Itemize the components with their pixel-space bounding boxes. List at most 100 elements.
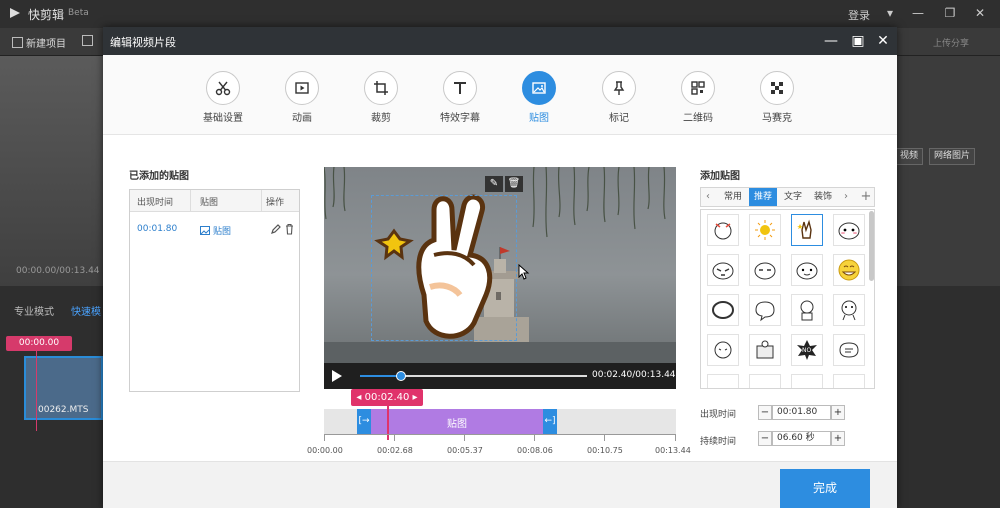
chevron-left-icon[interactable]: ‹ — [701, 188, 715, 206]
maximize-icon[interactable]: ❐ — [940, 4, 960, 22]
chevron-right-icon[interactable]: › — [839, 188, 853, 206]
ruler-label: 00:02.68 — [377, 446, 413, 455]
sticker-thumb[interactable] — [833, 294, 865, 326]
sticker-grid-scrollbar[interactable] — [869, 211, 874, 281]
seek-handle[interactable] — [395, 371, 406, 381]
appear-time-input[interactable]: 00:01.80 — [772, 405, 831, 420]
play-icon[interactable] — [332, 370, 342, 382]
sticker-thumb[interactable] — [833, 254, 865, 286]
sticker-thumb[interactable] — [707, 334, 739, 366]
sticker-thumb[interactable] — [707, 214, 739, 246]
sticker-thumb[interactable] — [833, 334, 865, 366]
edit-pencil-icon[interactable] — [270, 223, 281, 235]
header-appear-time: 出现时间 — [137, 198, 174, 208]
tab-effect-subtitle[interactable]: 特效字幕 — [425, 71, 495, 124]
app-timeline-marker[interactable]: 00:00.00 — [6, 336, 72, 351]
sticker-thumb[interactable] — [707, 294, 739, 326]
sticker-thumb[interactable] — [749, 214, 781, 246]
sticker-thumb[interactable] — [791, 374, 823, 388]
list-header: 出现时间 贴图 操作 — [130, 190, 299, 212]
header-action: 操作 — [266, 198, 285, 208]
timeline-playhead-time[interactable]: ◂ 00:02.40 ▸ — [351, 389, 423, 406]
tab-basic-settings[interactable]: 基础设置 — [188, 71, 258, 124]
sticker-category-tabs: ‹ 常用 推荐 文字 装饰 › + — [700, 187, 875, 207]
duration-increment[interactable]: + — [831, 431, 845, 446]
menu-icon[interactable]: ▾ — [880, 4, 900, 22]
ruler-tick — [534, 434, 535, 441]
sticker-tab-text[interactable]: 文字 — [779, 188, 807, 206]
dialog-title: 编辑视频片段 — [110, 36, 176, 49]
done-button[interactable]: 完成 — [780, 469, 870, 508]
sticker-thumb[interactable] — [707, 374, 739, 388]
tab-label: 裁剪 — [371, 113, 391, 124]
dialog-footer — [103, 461, 897, 508]
sticker-tab-decoration[interactable]: 装饰 — [809, 188, 837, 206]
tab-mark[interactable]: 标记 — [584, 71, 654, 124]
appear-time-decrement[interactable]: − — [758, 405, 772, 420]
sticker-thumb[interactable] — [791, 294, 823, 326]
duration-decrement[interactable]: − — [758, 431, 772, 446]
web-image-button[interactable]: 网络图片 — [929, 148, 976, 165]
video-button[interactable]: 视频 — [895, 148, 924, 165]
dialog-minimize-icon[interactable]: — — [821, 31, 841, 51]
minimize-icon[interactable]: — — [908, 4, 928, 22]
tab-animation[interactable]: 动画 — [267, 71, 337, 124]
mode-pro-tab[interactable]: 专业模式 — [14, 303, 54, 318]
add-plus-icon[interactable]: + — [859, 188, 873, 206]
tab-sticker[interactable]: 贴图 — [504, 71, 574, 124]
header-divider — [261, 190, 262, 212]
sticker-thumb[interactable] — [791, 214, 823, 246]
tab-crop[interactable]: 裁剪 — [346, 71, 416, 124]
sticker-thumb[interactable] — [833, 214, 865, 246]
app-right-lower — [897, 286, 1000, 508]
tab-label: 马赛克 — [762, 113, 792, 124]
sticker-delete-icon[interactable]: 🗑 — [505, 176, 523, 192]
video-preview[interactable]: ✎ 🗑 — [324, 167, 676, 363]
segment-end-handle[interactable]: ←] — [543, 409, 557, 434]
folder-icon — [82, 35, 93, 46]
app-preview-time: 00:00.00/00:13.44 — [16, 266, 100, 276]
sticker-thumb[interactable] — [749, 294, 781, 326]
sticker-thumb[interactable] — [707, 254, 739, 286]
delete-trash-icon[interactable] — [284, 223, 295, 235]
sticker-tab-recommended[interactable]: 推荐 — [749, 188, 777, 206]
sticker-thumb[interactable] — [749, 374, 781, 388]
new-project-button[interactable]: 新建项目 — [12, 35, 66, 50]
app-playhead[interactable] — [36, 351, 37, 431]
sticker-tab-common[interactable]: 常用 — [719, 188, 747, 206]
duration-input[interactable]: 06.60 秒 — [772, 431, 831, 446]
dialog-close-icon[interactable]: ✕ — [873, 31, 893, 51]
sticker-thumb[interactable]: NO — [791, 334, 823, 366]
app-logo-icon — [10, 8, 20, 18]
app-close-icon[interactable]: ✕ — [970, 4, 990, 22]
new-project-label: 新建项目 — [26, 39, 66, 50]
edit-tabs: 基础设置 动画 裁剪 特效字幕 贴图 标记 二维码 马赛克 — [103, 55, 897, 135]
sticker-thumb[interactable] — [791, 254, 823, 286]
playhead-left-arrow-icon: ◂ — [356, 392, 365, 403]
sticker-thumb[interactable] — [749, 334, 781, 366]
upload-share-button[interactable]: 上传分享 — [933, 36, 969, 49]
login-link[interactable]: 登录 — [848, 7, 870, 23]
dialog-maximize-icon[interactable]: ▣ — [848, 31, 868, 51]
player-controls: 00:02.40/00:13.44 — [324, 363, 676, 389]
tab-qrcode[interactable]: 二维码 — [663, 71, 733, 124]
pin-icon — [613, 81, 625, 95]
sticker-selection-box[interactable] — [371, 195, 517, 341]
list-item[interactable]: 00:01.80 贴图 — [130, 220, 299, 242]
row-sticker[interactable]: 贴图 — [200, 224, 231, 237]
sticker-pin-icon[interactable]: ✎ — [485, 176, 503, 192]
crop-icon — [374, 81, 388, 95]
open-folder-button[interactable] — [82, 35, 93, 46]
appear-time-increment[interactable]: + — [831, 405, 845, 420]
mode-fast-tab[interactable]: 快速模 — [71, 303, 101, 318]
dialog-titlebar: 编辑视频片段 — ▣ ✕ — [103, 27, 897, 55]
player-time: 00:02.40/00:13.44 — [592, 370, 676, 380]
sticker-thumb[interactable] — [749, 254, 781, 286]
tab-mosaic[interactable]: 马赛克 — [742, 71, 812, 124]
ruler-tick — [464, 434, 465, 441]
svg-text:NO: NO — [802, 347, 811, 354]
ruler-label: 00:00.00 — [307, 446, 343, 455]
text-icon — [454, 82, 466, 94]
sticker-thumb[interactable] — [833, 374, 865, 388]
segment-start-handle[interactable]: [→ — [357, 409, 371, 434]
